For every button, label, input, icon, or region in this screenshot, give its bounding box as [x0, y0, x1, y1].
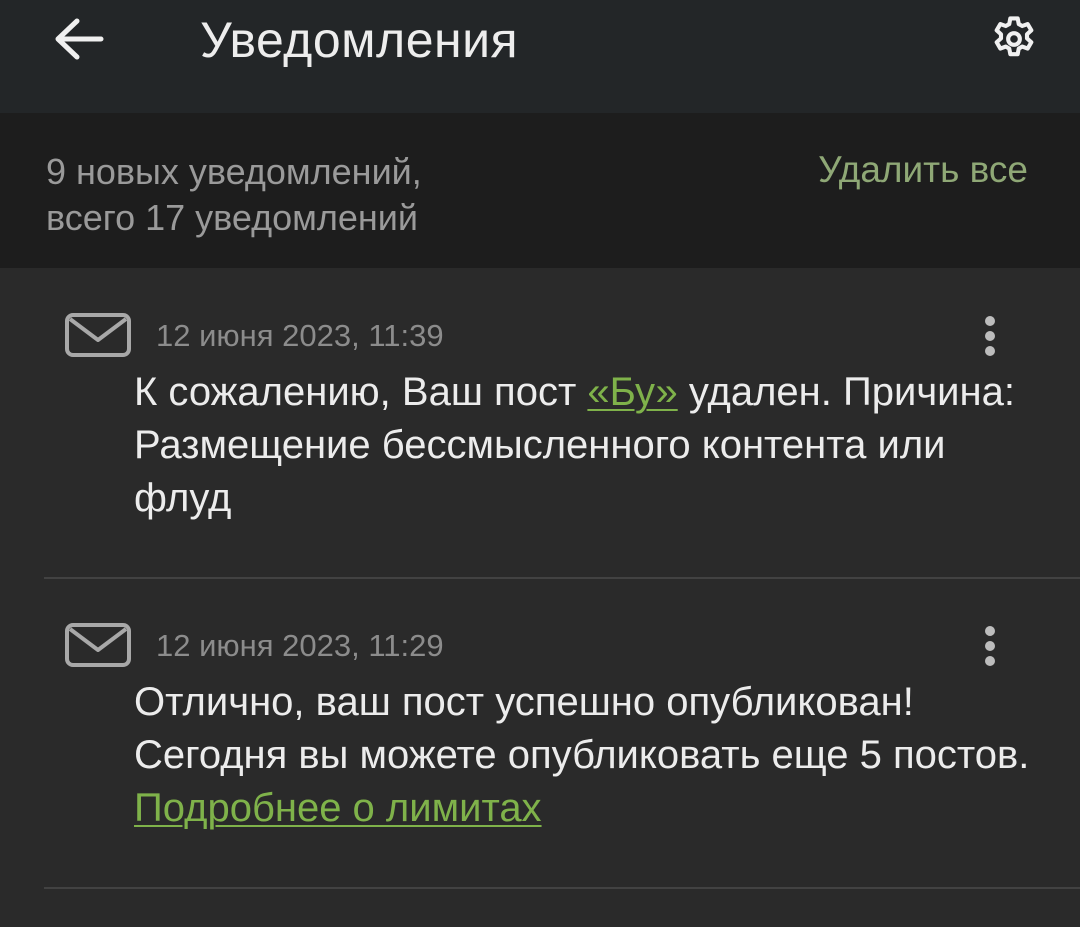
- notification-message: К сожалению, Ваш пост «Бу» удален. Причи…: [134, 366, 1034, 525]
- arrow-left-icon: [55, 18, 104, 60]
- message-text: К сожалению, Ваш пост: [134, 370, 588, 414]
- notification-item[interactable]: 12 июня 2023, 11:29 Отлично, ваш пост ус…: [0, 580, 1080, 888]
- message-text: Отлично, ваш пост успешно опубликован! С…: [134, 680, 1030, 777]
- divider: [44, 887, 1080, 889]
- limits-link[interactable]: Подробнее о лимитах: [134, 786, 542, 830]
- notification-message: Отлично, ваш пост успешно опубликован! С…: [134, 676, 1034, 835]
- more-vertical-icon: [985, 316, 995, 356]
- total-count-text: всего 17 уведомлений: [46, 197, 419, 238]
- page-title: Уведомления: [200, 12, 519, 68]
- notification-timestamp: 12 июня 2023, 11:29: [156, 628, 444, 663]
- envelope-icon: [65, 313, 131, 357]
- envelope-icon: [65, 623, 131, 667]
- notifications-summary: 9 новых уведомлений, всего 17 уведомлени…: [0, 113, 1080, 268]
- settings-button[interactable]: [982, 8, 1046, 70]
- divider: [44, 577, 1080, 579]
- delete-all-button[interactable]: Удалить все: [818, 147, 1028, 193]
- notification-timestamp: 12 июня 2023, 11:39: [156, 318, 444, 353]
- notification-item[interactable]: 12 июня 2023, 11:39 К сожалению, Ваш пос…: [0, 268, 1080, 578]
- new-count-text: 9 новых уведомлений,: [46, 151, 422, 192]
- app-bar: Уведомления: [0, 0, 1080, 113]
- more-options-button[interactable]: [966, 308, 1014, 364]
- gear-icon: [994, 16, 1034, 57]
- back-button[interactable]: [44, 8, 114, 70]
- summary-counts: 9 новых уведомлений, всего 17 уведомлени…: [46, 149, 422, 241]
- more-options-button[interactable]: [966, 618, 1014, 674]
- post-link[interactable]: «Бу»: [587, 370, 677, 414]
- more-vertical-icon: [985, 626, 995, 666]
